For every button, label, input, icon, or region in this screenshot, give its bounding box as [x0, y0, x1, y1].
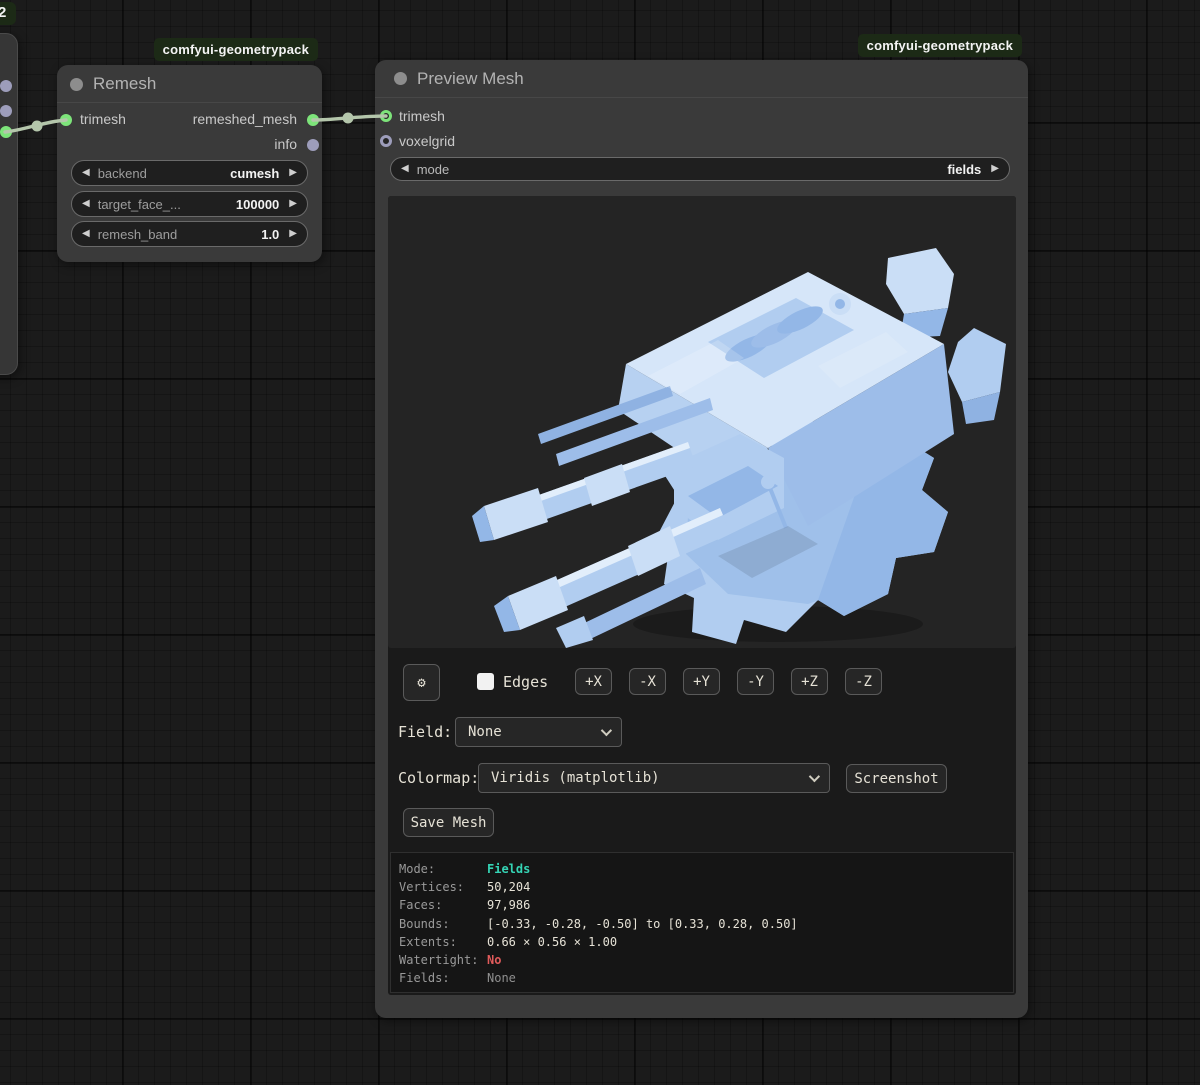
decrement-arrow-icon[interactable]: ◀ [82, 199, 90, 209]
increment-arrow-icon[interactable]: ▶ [289, 229, 297, 239]
collapse-dot-icon[interactable] [394, 72, 407, 85]
remesh-node[interactable]: comfyui-geometrypack Remesh trimesh reme… [57, 65, 322, 262]
axis-button-minus-y[interactable]: -Y [737, 668, 774, 695]
edges-label: Edges [503, 673, 548, 691]
input-label-trimesh: trimesh [80, 111, 126, 127]
save-mesh-button[interactable]: Save Mesh [403, 808, 494, 837]
field-select[interactable]: None [455, 717, 622, 747]
axis-button-plus-y[interactable]: +Y [683, 668, 720, 695]
field-label: Field: [398, 723, 452, 741]
widget-label: backend [98, 166, 147, 181]
stat-row-watertight: Watertight: No [399, 951, 1005, 969]
axis-button-minus-z[interactable]: -Z [845, 668, 882, 695]
stat-row-vertices: Vertices: 50,204 [399, 878, 1005, 896]
stat-row-extents: Extents: 0.66 × 0.56 × 1.00 [399, 933, 1005, 951]
partial-node[interactable] [0, 33, 18, 375]
node-title: Remesh [93, 74, 156, 94]
axis-button-plus-z[interactable]: +Z [791, 668, 828, 695]
decrement-arrow-icon[interactable]: ◀ [82, 168, 90, 178]
node-graph-canvas[interactable]: 2 comfyui-geometrypack Remesh trimesh re… [0, 0, 1200, 1085]
input-pin-trimesh[interactable] [60, 114, 72, 126]
stat-row-faces: Faces: 97,986 [399, 896, 1005, 914]
input-label-trimesh: trimesh [399, 108, 445, 124]
screenshot-button[interactable]: Screenshot [846, 764, 947, 793]
output-pin[interactable] [0, 105, 12, 117]
mesh-render [388, 196, 1016, 648]
increment-arrow-icon[interactable]: ▶ [289, 199, 297, 209]
widget-remesh-band[interactable]: ◀ remesh_band 1.0 ▶ [71, 221, 308, 247]
chevron-down-icon [809, 771, 820, 782]
output-pin[interactable] [0, 80, 12, 92]
increment-arrow-icon[interactable]: ▶ [289, 168, 297, 178]
preview-mesh-node[interactable]: comfyui-geometrypack Preview Mesh trimes… [375, 60, 1028, 1018]
stat-row-bounds: Bounds: [-0.33, -0.28, -0.50] to [0.33, … [399, 915, 1005, 933]
output-label-remeshed-mesh: remeshed_mesh [193, 111, 297, 127]
widget-label: target_face_... [98, 197, 181, 212]
title-divider [57, 102, 322, 103]
colormap-select[interactable]: Viridis (matplotlib) [478, 763, 830, 793]
stat-value-extents: 0.66 × 0.56 × 1.00 [487, 933, 617, 951]
next-option-arrow-icon[interactable]: ▶ [991, 164, 999, 174]
output-pin-info[interactable] [307, 139, 319, 151]
output-label-info: info [274, 136, 297, 152]
edges-checkbox[interactable] [477, 673, 494, 690]
colormap-select-value: Viridis (matplotlib) [491, 770, 660, 786]
widget-value: 1.0 [261, 227, 279, 242]
node-title: Preview Mesh [417, 69, 524, 89]
axis-button-plus-x[interactable]: +X [575, 668, 612, 695]
stat-row-fields: Fields: None [399, 969, 1005, 987]
widget-value: 100000 [236, 197, 279, 212]
mesh-preview-panel: ⚙ Edges +X -X +Y -Y +Z -Z Field: None Co… [388, 196, 1016, 995]
viewport-settings-button[interactable]: ⚙ [403, 664, 440, 701]
input-pin-voxelgrid[interactable] [380, 135, 392, 147]
widget-label: remesh_band [98, 227, 178, 242]
widget-mode[interactable]: ◀ mode fields ▶ [390, 157, 1010, 181]
axis-button-minus-x[interactable]: -X [629, 668, 666, 695]
node-pack-badge: comfyui-geometrypack [154, 38, 318, 61]
input-pin-trimesh[interactable] [380, 110, 392, 122]
title-divider [375, 97, 1028, 98]
stat-value-mode: Fields [487, 860, 530, 878]
widget-value: fields [947, 162, 981, 177]
widget-target-face-count[interactable]: ◀ target_face_... 100000 ▶ [71, 191, 308, 217]
stat-value-watertight: No [487, 951, 501, 969]
prev-option-arrow-icon[interactable]: ◀ [401, 164, 409, 174]
colormap-label: Colormap: [398, 769, 479, 787]
widget-value: cumesh [230, 166, 279, 181]
stat-value-vertices: 50,204 [487, 878, 530, 896]
partial-node-badge: 2 [0, 2, 16, 25]
gear-icon: ⚙ [417, 675, 425, 691]
field-select-value: None [468, 724, 502, 740]
node-pack-badge: comfyui-geometrypack [858, 34, 1022, 57]
collapse-dot-icon[interactable] [70, 78, 83, 91]
stat-row-mode: Mode: Fields [399, 860, 1005, 878]
mesh-stats-panel: Mode: Fields Vertices: 50,204 Faces: 97,… [390, 852, 1014, 993]
stat-value-fields: None [487, 969, 516, 987]
mesh-viewport-3d[interactable] [388, 196, 1016, 648]
stat-value-bounds: [-0.33, -0.28, -0.50] to [0.33, 0.28, 0.… [487, 915, 798, 933]
chevron-down-icon [601, 725, 612, 736]
output-pin-remeshed-mesh[interactable] [307, 114, 319, 126]
decrement-arrow-icon[interactable]: ◀ [82, 229, 90, 239]
output-pin[interactable] [0, 126, 12, 138]
input-label-voxelgrid: voxelgrid [399, 133, 455, 149]
stat-value-faces: 97,986 [487, 896, 530, 914]
widget-label: mode [417, 162, 450, 177]
widget-backend[interactable]: ◀ backend cumesh ▶ [71, 160, 308, 186]
